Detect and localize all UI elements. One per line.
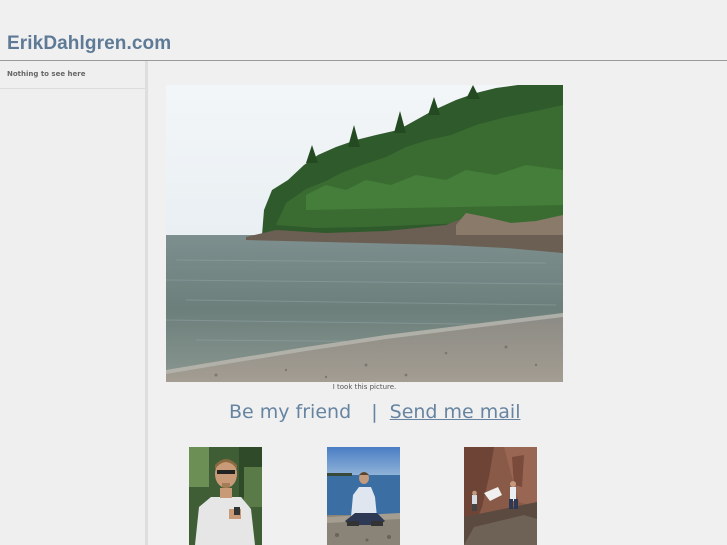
- sidebar-divider: [0, 88, 145, 89]
- sidebar-border: [145, 61, 148, 545]
- send-me-mail-link[interactable]: Send me mail: [390, 401, 521, 423]
- sidebar: [0, 61, 145, 545]
- thumbnail-photo-shore[interactable]: [327, 447, 400, 545]
- link-separator: |: [371, 401, 378, 423]
- thumbnail-photo-rocks[interactable]: [464, 447, 537, 545]
- be-my-friend-link[interactable]: Be my friend: [229, 401, 351, 423]
- main-photo: [166, 85, 563, 382]
- photo-caption: I took this picture.: [332, 383, 397, 391]
- thumbnail-photo-portrait[interactable]: [189, 447, 262, 545]
- contact-links: Be my friend | Send me mail: [229, 401, 520, 423]
- sidebar-heading: Nothing to see here: [7, 70, 86, 78]
- site-title-link[interactable]: ErikDahlgren.com: [7, 33, 171, 55]
